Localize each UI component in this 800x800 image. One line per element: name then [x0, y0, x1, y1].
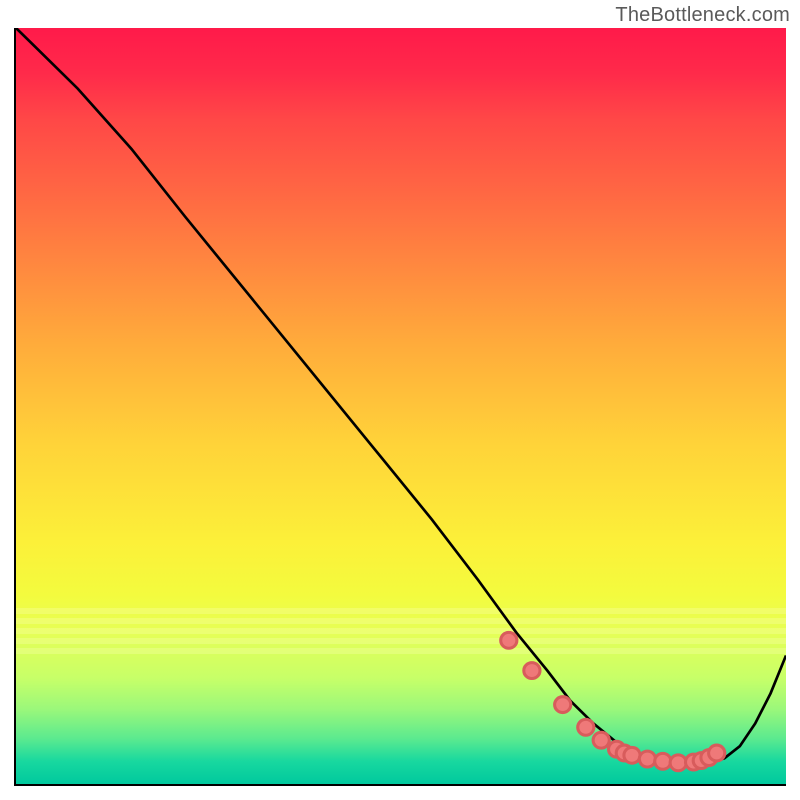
curve-dot — [655, 753, 671, 769]
curve-dot — [639, 751, 655, 767]
curve-dot — [524, 663, 540, 679]
curve-dot — [501, 632, 517, 648]
watermark-text: TheBottleneck.com — [615, 4, 790, 27]
curve-dot — [709, 745, 725, 761]
curve-dot — [593, 732, 609, 748]
curve-line — [16, 28, 786, 764]
curve-dot — [670, 755, 686, 771]
curve-dot — [578, 719, 594, 735]
curve-dot — [624, 747, 640, 763]
chart-svg — [16, 28, 786, 784]
curve-dot — [555, 697, 571, 713]
chart-plot-area — [14, 28, 786, 786]
